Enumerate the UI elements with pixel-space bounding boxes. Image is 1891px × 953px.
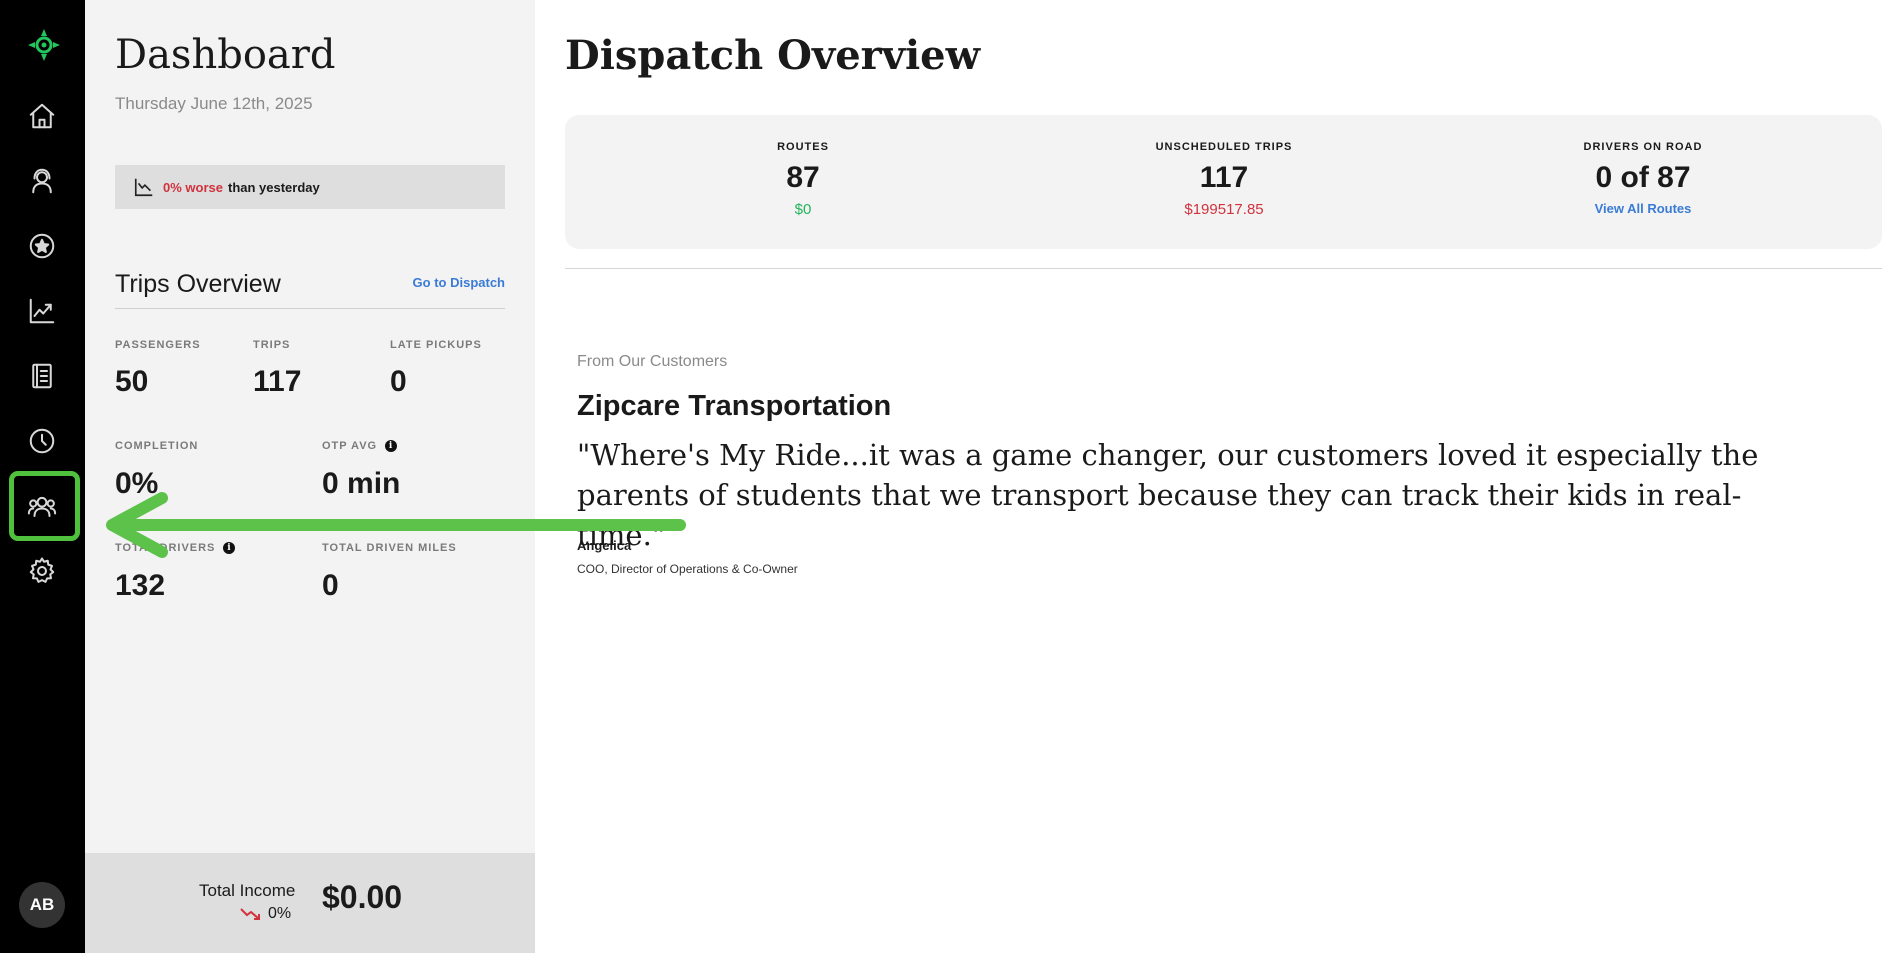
sidebar-item-logs[interactable] bbox=[22, 356, 62, 396]
unscheduled-trips-kpi: UNSCHEDULED TRIPS 117 $199517.85 bbox=[1074, 141, 1374, 218]
testimonial-from-label: From Our Customers bbox=[577, 353, 728, 370]
dispatch-overview-title: Dispatch Overview bbox=[565, 32, 981, 79]
unscheduled-trips-value: 117 bbox=[1199, 161, 1249, 194]
main-divider bbox=[565, 268, 1882, 269]
comparison-rest-text: than yesterday bbox=[227, 179, 320, 195]
info-icon[interactable]: i bbox=[385, 440, 398, 452]
dashboard-date: Thursday June 12th, 2025 bbox=[115, 94, 313, 113]
user-avatar[interactable]: AB bbox=[19, 882, 65, 928]
total-driven-miles-value: 0 bbox=[322, 569, 339, 602]
gear-icon bbox=[29, 557, 55, 583]
comparison-banner: 0% worse than yesterday bbox=[115, 165, 505, 209]
sidebar-item-reports[interactable] bbox=[22, 291, 62, 331]
comparison-worse-text: 0% worse bbox=[163, 179, 223, 195]
book-icon bbox=[32, 363, 52, 389]
completion-label: COMPLETION bbox=[115, 440, 199, 452]
sidebar-item-dispatch[interactable] bbox=[22, 161, 62, 201]
sidebar-item-home[interactable] bbox=[22, 96, 62, 136]
total-income-pct: 0% bbox=[268, 905, 292, 922]
drivers-on-road-label: DRIVERS ON ROAD bbox=[1583, 141, 1703, 153]
testimonial-company: Zipcare Transportation bbox=[577, 390, 892, 422]
view-all-routes-link[interactable]: View All Routes bbox=[1493, 201, 1793, 216]
unscheduled-trips-label: UNSCHEDULED TRIPS bbox=[1155, 141, 1293, 153]
testimonial-author-role: COO, Director of Operations & Co-Owner bbox=[577, 562, 798, 576]
chart-line-icon bbox=[29, 298, 55, 324]
users-icon bbox=[27, 496, 57, 517]
drivers-on-road-value: 0 of 87 bbox=[1595, 161, 1691, 194]
sidebar-item-users[interactable] bbox=[22, 486, 62, 526]
crosshair-logo-icon[interactable] bbox=[27, 28, 61, 62]
sidebar-item-history[interactable] bbox=[22, 421, 62, 461]
routes-value: 87 bbox=[786, 161, 820, 194]
passengers-value: 50 bbox=[115, 365, 149, 398]
passengers-label: PASSENGERS bbox=[115, 339, 201, 351]
trips-value: 117 bbox=[253, 365, 302, 398]
headset-icon bbox=[32, 168, 52, 194]
late-pickups-value: 0 bbox=[390, 365, 407, 398]
sidebar-item-settings[interactable] bbox=[22, 551, 62, 591]
sidebar: AB bbox=[0, 0, 85, 953]
trips-overview-title: Trips Overview bbox=[115, 270, 281, 298]
testimonial-quote: "Where's My Ride...it was a game changer… bbox=[577, 438, 1759, 552]
total-income-bar: Total Income 0% $0.00 bbox=[85, 853, 535, 953]
late-pickups-label: LATE PICKUPS bbox=[390, 339, 482, 351]
total-income-value: $0.00 bbox=[322, 879, 403, 915]
trend-down-arrow-icon bbox=[240, 908, 260, 920]
routes-amount: $0 bbox=[794, 201, 812, 218]
otp-avg-label-text: OTP AVG bbox=[322, 440, 378, 452]
go-to-dispatch-link[interactable]: Go to Dispatch bbox=[413, 275, 505, 290]
clock-icon bbox=[29, 428, 55, 454]
routes-kpi: ROUTES 87 $0 bbox=[653, 141, 953, 218]
trips-label: TRIPS bbox=[253, 339, 291, 351]
unscheduled-trips-amount: $199517.85 bbox=[1184, 201, 1264, 218]
home-icon bbox=[29, 103, 55, 129]
sidebar-item-favorites[interactable] bbox=[22, 226, 62, 266]
annotation-arrow-icon bbox=[106, 492, 686, 558]
dashboard-panel: Dashboard Thursday June 12th, 2025 0% wo… bbox=[85, 0, 535, 953]
trend-down-chart-icon bbox=[134, 178, 153, 197]
total-income-change: 0% bbox=[240, 905, 291, 923]
dashboard-title: Dashboard bbox=[115, 32, 336, 78]
star-icon bbox=[29, 233, 55, 259]
total-income-label: Total Income bbox=[199, 881, 296, 900]
otp-avg-label: OTP AVG i bbox=[322, 440, 398, 452]
dispatch-kpi-card: ROUTES 87 $0 UNSCHEDULED TRIPS 117 $1995… bbox=[565, 115, 1882, 249]
total-drivers-value: 132 bbox=[115, 569, 166, 602]
trips-divider bbox=[115, 308, 505, 309]
drivers-on-road-kpi: DRIVERS ON ROAD 0 of 87 View All Routes bbox=[1493, 141, 1793, 216]
routes-label: ROUTES bbox=[777, 141, 829, 153]
